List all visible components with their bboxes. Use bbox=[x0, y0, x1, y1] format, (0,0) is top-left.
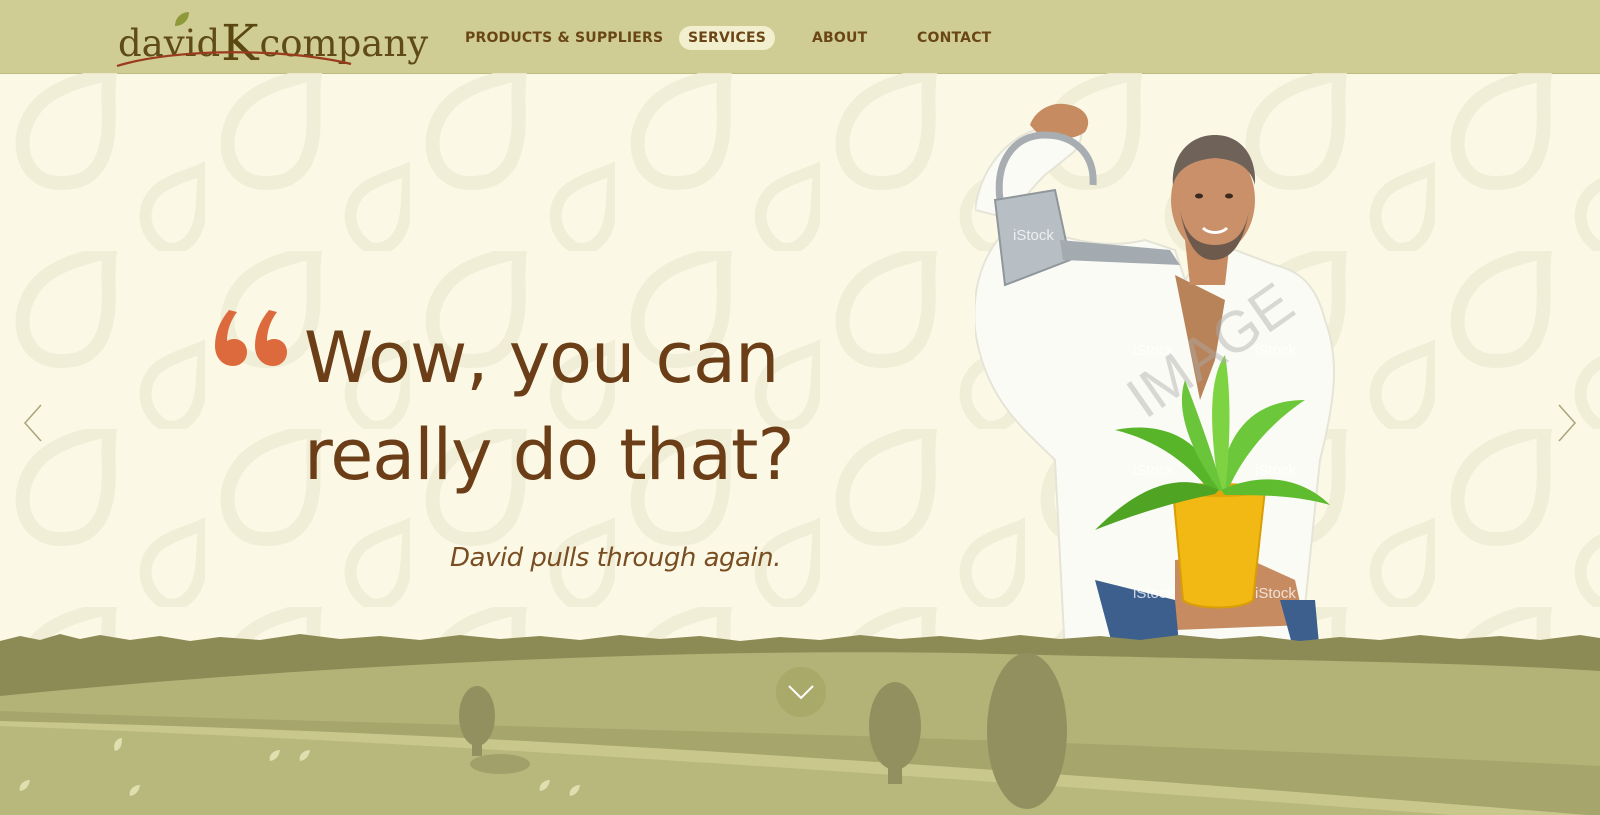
quote-attribution: David pulls through again. bbox=[450, 543, 781, 573]
landscape-illustration bbox=[0, 634, 1600, 815]
quote-line-1: Wow, you can bbox=[304, 317, 779, 399]
svg-text:iStock: iStock bbox=[1255, 585, 1296, 602]
svg-text:iStock: iStock bbox=[1133, 342, 1174, 359]
quote-line-2: really do that? bbox=[304, 414, 795, 496]
scroll-down-button[interactable] bbox=[776, 667, 826, 717]
chevron-down-icon bbox=[788, 685, 814, 700]
logo-swoosh bbox=[116, 51, 352, 68]
chevron-right-icon[interactable] bbox=[1556, 403, 1578, 443]
hero-slider: Wow, you can really do that? David pulls… bbox=[0, 73, 1600, 815]
man-with-plant-image: iStock IMAGE iStock iStock iStock iStock… bbox=[975, 103, 1336, 655]
main-nav: PRODUCTS & SUPPLIERS SERVICES ABOUT CONT… bbox=[0, 26, 1600, 50]
nav-about[interactable]: ABOUT bbox=[812, 26, 867, 50]
site-header: davidKcompany PRODUCTS & SUPPLIERS SERVI… bbox=[0, 0, 1600, 74]
nav-services[interactable]: SERVICES bbox=[679, 26, 775, 50]
svg-text:iStock: iStock bbox=[1255, 342, 1296, 359]
svg-text:iStock: iStock bbox=[1133, 462, 1174, 479]
svg-text:iStock: iStock bbox=[1255, 462, 1296, 479]
open-quote-icon bbox=[215, 310, 287, 366]
svg-text:iStock: iStock bbox=[1133, 585, 1174, 602]
chevron-left-icon[interactable] bbox=[22, 403, 44, 443]
nav-products-suppliers[interactable]: PRODUCTS & SUPPLIERS bbox=[465, 26, 663, 50]
stock-watermark: iStock bbox=[1013, 227, 1054, 244]
nav-contact[interactable]: CONTACT bbox=[917, 26, 991, 50]
